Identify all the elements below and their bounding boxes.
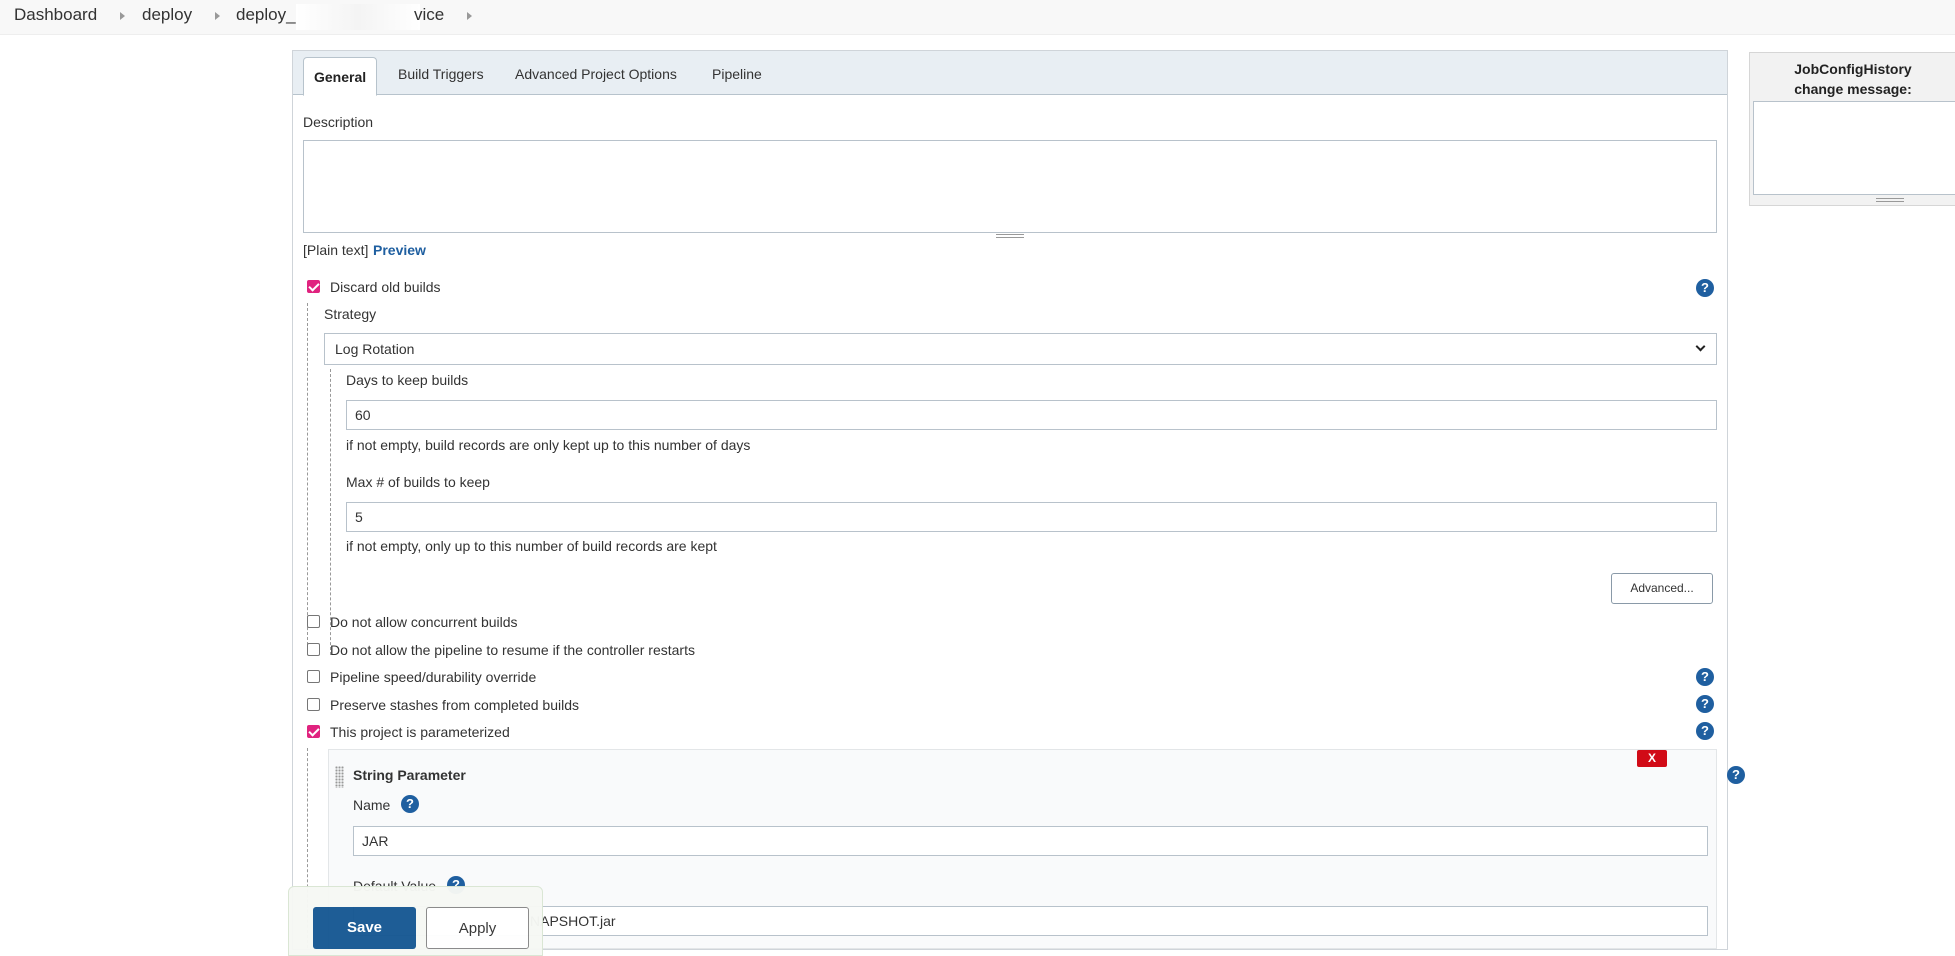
chevron-right-icon[interactable] (215, 12, 220, 20)
delete-parameter-button[interactable]: X (1637, 750, 1667, 767)
resume-label: Do not allow the pipeline to resume if t… (330, 642, 695, 658)
description-label: Description (303, 114, 374, 130)
discard-old-builds-label: Discard old builds (330, 279, 441, 295)
strategy-label: Strategy (324, 306, 377, 322)
help-icon[interactable]: ? (401, 795, 419, 813)
history-title-line1: JobConfigHistory (1794, 61, 1912, 77)
section-guide-line (307, 303, 308, 655)
preserve-stashes-label: Preserve stashes from completed builds (330, 697, 579, 713)
breadcrumb: Dashboard deploy deploy_ vice (0, 0, 1955, 35)
job-config-history-panel: JobConfigHistory change message: (1749, 52, 1955, 206)
history-title-line2: change message: (1794, 81, 1912, 97)
breadcrumb-dashboard[interactable]: Dashboard (14, 5, 97, 25)
resume-checkbox[interactable] (307, 643, 320, 656)
preview-link[interactable]: Preview (373, 242, 426, 258)
max-builds-hint: if not empty, only up to this number of … (346, 538, 717, 554)
discard-old-builds-checkbox[interactable] (307, 280, 320, 293)
parameter-name-label: Name (353, 797, 391, 813)
parameter-name-input[interactable] (353, 826, 1708, 856)
description-textarea[interactable] (303, 140, 1717, 233)
concurrent-builds-label: Do not allow concurrent builds (330, 614, 518, 630)
help-icon[interactable]: ? (1727, 766, 1745, 784)
resize-handle[interactable] (1876, 198, 1904, 202)
breadcrumb-deploy[interactable]: deploy (142, 5, 192, 25)
advanced-button[interactable]: Advanced... (1611, 573, 1713, 604)
tab-build-triggers[interactable]: Build Triggers (398, 66, 484, 82)
max-builds-label: Max # of builds to keep (346, 474, 490, 490)
chevron-down-icon (1695, 341, 1706, 352)
help-icon[interactable]: ? (1696, 695, 1714, 713)
resize-handle[interactable] (996, 234, 1024, 238)
history-title: JobConfigHistory change message: (1750, 59, 1955, 99)
days-to-keep-input[interactable] (346, 400, 1717, 430)
save-button[interactable]: Save (313, 907, 416, 949)
days-to-keep-hint: if not empty, build records are only kep… (346, 437, 751, 453)
tab-general[interactable]: General (303, 57, 378, 96)
plain-text-label: [Plain text] (303, 242, 369, 258)
redacted-region (296, 4, 420, 30)
change-message-textarea[interactable] (1753, 101, 1955, 195)
breadcrumb-job-suffix[interactable]: vice (414, 5, 444, 25)
breadcrumb-job[interactable]: deploy_ (236, 5, 296, 25)
apply-button[interactable]: Apply (426, 907, 529, 949)
strategy-select[interactable]: Log Rotation (324, 333, 1717, 365)
config-panel: General Build Triggers Advanced Project … (292, 50, 1745, 950)
help-icon[interactable]: ? (1696, 279, 1714, 297)
tab-bar: General Build Triggers Advanced Project … (293, 51, 1727, 96)
chevron-right-icon[interactable] (467, 12, 472, 20)
drag-handle-icon[interactable] (335, 766, 344, 788)
tab-advanced-project-options[interactable]: Advanced Project Options (515, 66, 677, 82)
strategy-selected-value: Log Rotation (335, 341, 415, 357)
durability-override-label: Pipeline speed/durability override (330, 669, 537, 685)
max-builds-input[interactable] (346, 502, 1717, 532)
chevron-right-icon[interactable] (120, 12, 125, 20)
preserve-stashes-checkbox[interactable] (307, 698, 320, 711)
save-apply-bar: Save Apply (288, 886, 543, 956)
parameterized-label: This project is parameterized (330, 724, 510, 740)
days-to-keep-label: Days to keep builds (346, 372, 469, 388)
tab-pipeline[interactable]: Pipeline (712, 66, 762, 82)
strategy-guide-line (330, 369, 331, 655)
string-parameter-title: String Parameter (353, 767, 466, 783)
help-icon[interactable]: ? (1696, 668, 1714, 686)
concurrent-builds-checkbox[interactable] (307, 615, 320, 628)
durability-override-checkbox[interactable] (307, 670, 320, 683)
default-value-input[interactable] (353, 906, 1708, 936)
help-icon[interactable]: ? (1696, 722, 1714, 740)
parameterized-checkbox[interactable] (307, 725, 320, 738)
